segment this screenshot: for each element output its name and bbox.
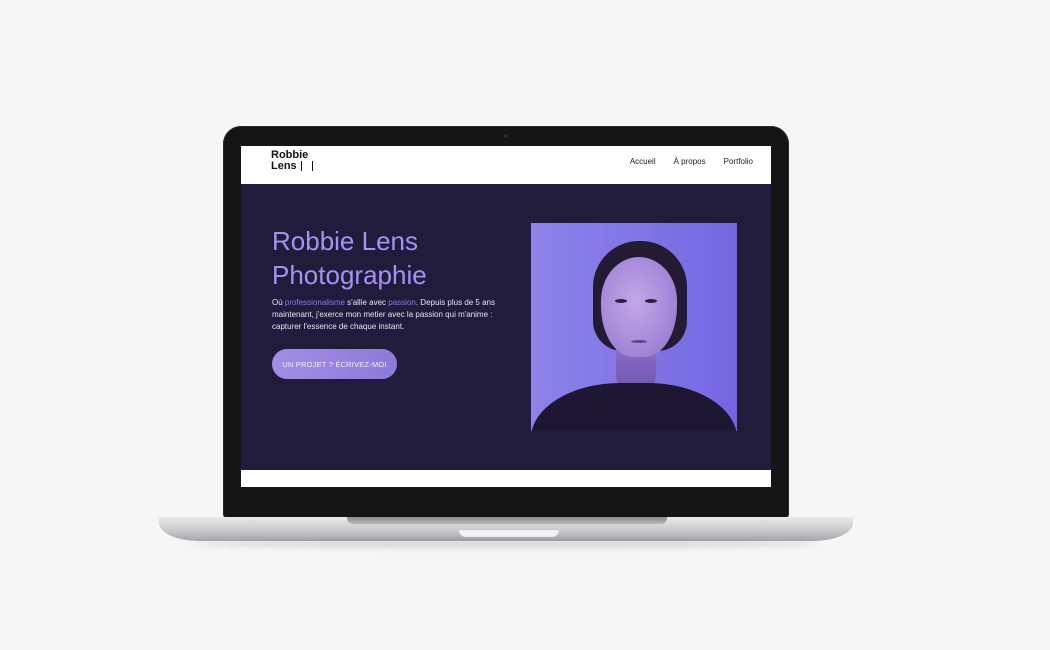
hero-section: Robbie Lens Photographie Où professional… <box>241 184 771 470</box>
hero-text-accent-2: passion <box>388 298 416 307</box>
nav-accueil[interactable]: Accueil <box>630 157 656 166</box>
camera-dot <box>504 134 508 138</box>
next-section-strip <box>241 470 771 487</box>
contact-cta-button[interactable]: UN PROJET ? ÉCRIVEZ-MOI <box>272 349 397 379</box>
portrait-photo <box>531 223 737 431</box>
portrait-shoulders <box>531 383 737 431</box>
nav-a-propos[interactable]: À propos <box>674 157 706 166</box>
hero-text-accent-1: professionalisme <box>284 298 345 307</box>
laptop-screen: Robbie Lens Accueil À propos Portfolio R… <box>241 146 771 487</box>
laptop-hinge <box>347 517 667 524</box>
nav-portfolio[interactable]: Portfolio <box>724 157 753 166</box>
hero-text-part-1: Où <box>272 298 285 307</box>
hero-title: Robbie Lens Photographie <box>272 226 427 290</box>
portrait-eye-left <box>615 299 627 303</box>
hero-text-part-2: s'allie avec <box>344 298 389 307</box>
portrait-mouth <box>631 340 647 343</box>
hero-description: Où professionalisme s'allie avec passion… <box>272 297 522 333</box>
portrait-eye-right <box>645 299 657 303</box>
site-header: Robbie Lens Accueil À propos Portfolio <box>241 146 771 184</box>
laptop-shadow <box>190 540 820 548</box>
main-nav: Accueil À propos Portfolio <box>630 157 753 166</box>
laptop-notch <box>459 530 559 537</box>
logo-mark-icon <box>301 161 313 171</box>
